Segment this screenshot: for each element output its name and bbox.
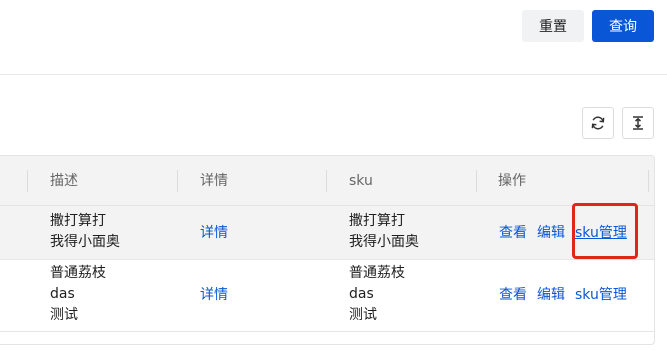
detail-link[interactable]: 详情 bbox=[200, 286, 228, 304]
column-header-actions: 操作 bbox=[498, 173, 526, 189]
column-header-detail: 详情 bbox=[200, 173, 228, 189]
refresh-icon bbox=[591, 116, 605, 130]
table-row: 撒打算打 我得小面奥 详情 撒打算打 我得小面奥 查看 编辑 sku管理 bbox=[0, 206, 654, 260]
row-height-icon bbox=[633, 116, 643, 130]
sku-line: 我得小面奥 bbox=[349, 234, 419, 250]
description-cell: 撒打算打 我得小面奥 bbox=[50, 211, 120, 253]
column-header-description: 描述 bbox=[50, 173, 78, 189]
description-line: 我得小面奥 bbox=[50, 234, 120, 250]
column-header-sku: sku bbox=[349, 173, 373, 189]
column-separator bbox=[648, 170, 649, 192]
description-line: 普通荔枝 bbox=[50, 265, 106, 281]
column-separator bbox=[476, 170, 477, 192]
edit-link[interactable]: 编辑 bbox=[537, 224, 565, 242]
description-line: 撒打算打 bbox=[50, 213, 106, 229]
description-line: 测试 bbox=[50, 307, 78, 323]
column-separator bbox=[177, 170, 178, 192]
sku-line: 测试 bbox=[349, 307, 377, 323]
highlight-annotation-box bbox=[572, 203, 638, 259]
description-line: das bbox=[50, 286, 75, 302]
data-table: 描述 详情 sku 操作 撒打算打 我得小面奥 详情 撒打算打 我得小面奥 查看… bbox=[0, 155, 655, 345]
table-row: 普通荔枝 das 测试 详情 普通荔枝 das 测试 查看 编辑 sku管理 bbox=[0, 260, 654, 332]
refresh-button[interactable] bbox=[582, 107, 614, 139]
view-link[interactable]: 查看 bbox=[499, 224, 527, 242]
view-link[interactable]: 查看 bbox=[499, 286, 527, 304]
sku-line: das bbox=[349, 286, 374, 302]
query-button[interactable]: 查询 bbox=[592, 10, 654, 42]
sku-line: 普通荔枝 bbox=[349, 265, 405, 281]
section-divider bbox=[0, 74, 667, 75]
column-separator bbox=[326, 170, 327, 192]
sku-line: 撒打算打 bbox=[349, 213, 405, 229]
sku-cell: 普通荔枝 das 测试 bbox=[349, 263, 405, 326]
column-separator bbox=[27, 170, 28, 192]
reset-button[interactable]: 重置 bbox=[522, 10, 584, 42]
sku-manage-link[interactable]: sku管理 bbox=[575, 286, 627, 304]
row-height-button[interactable] bbox=[622, 107, 654, 139]
detail-link[interactable]: 详情 bbox=[200, 224, 228, 242]
edit-link[interactable]: 编辑 bbox=[537, 286, 565, 304]
sku-cell: 撒打算打 我得小面奥 bbox=[349, 211, 419, 253]
table-header: 描述 详情 sku 操作 bbox=[0, 156, 654, 206]
description-cell: 普通荔枝 das 测试 bbox=[50, 263, 106, 326]
